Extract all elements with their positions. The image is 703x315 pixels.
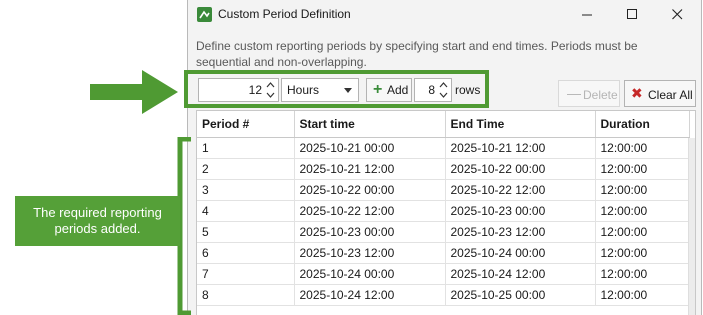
cell-start-time[interactable]: 2025-10-24 00:00 <box>294 263 446 285</box>
close-button[interactable] <box>655 0 699 28</box>
window-title: Custom Period Definition <box>218 7 351 21</box>
x-icon: ✖ <box>631 85 643 101</box>
table-row[interactable]: 5 2025-10-23 00:00 2025-10-23 12:00 12:0… <box>197 221 690 243</box>
cell-period[interactable]: 3 <box>197 179 295 201</box>
table-row[interactable]: 3 2025-10-22 00:00 2025-10-22 12:00 12:0… <box>197 179 690 201</box>
cell-duration[interactable]: 12:00:00 <box>595 137 690 159</box>
table-row[interactable]: 8 2025-10-24 12:00 2025-10-25 00:00 12:0… <box>197 284 690 306</box>
clear-all-label: Clear All <box>648 88 693 102</box>
column-header-end-time[interactable]: End Time <box>445 111 596 138</box>
cell-end-time[interactable]: 2025-10-23 12:00 <box>445 221 596 243</box>
cell-start-time[interactable]: 2025-10-22 00:00 <box>294 179 446 201</box>
cell-period[interactable]: 4 <box>197 200 295 222</box>
title-bar: Custom Period Definition <box>188 0 701 28</box>
description-text: Define custom reporting periods by speci… <box>196 39 638 69</box>
cell-end-time[interactable]: 2025-10-25 00:00 <box>445 284 596 306</box>
column-header-duration[interactable]: Duration <box>595 111 690 138</box>
cell-start-time[interactable]: 2025-10-23 12:00 <box>294 242 446 264</box>
table-row[interactable]: 4 2025-10-22 12:00 2025-10-23 00:00 12:0… <box>197 200 690 222</box>
grid-header-row: Period # Start time End Time Duration <box>197 111 690 138</box>
cell-period[interactable]: 7 <box>197 263 295 285</box>
delete-button[interactable]: — Delete <box>558 80 620 107</box>
cell-duration[interactable]: 12:00:00 <box>595 284 690 306</box>
cell-end-time[interactable]: 2025-10-23 00:00 <box>445 200 596 222</box>
cell-duration[interactable]: 12:00:00 <box>595 158 690 180</box>
cell-start-time[interactable]: 2025-10-21 12:00 <box>294 158 446 180</box>
clear-all-button[interactable]: ✖ Clear All <box>624 80 696 107</box>
cell-start-time[interactable]: 2025-10-22 12:00 <box>294 200 446 222</box>
cell-end-time[interactable]: 2025-10-22 00:00 <box>445 158 596 180</box>
table-row[interactable]: 7 2025-10-24 00:00 2025-10-24 12:00 12:0… <box>197 263 690 285</box>
app-logo-icon <box>197 7 212 22</box>
close-icon <box>671 8 682 19</box>
table-row[interactable]: 2 2025-10-21 12:00 2025-10-22 00:00 12:0… <box>197 158 690 180</box>
maximize-button[interactable] <box>610 0 654 28</box>
cell-start-time[interactable]: 2025-10-23 00:00 <box>294 221 446 243</box>
minimize-icon <box>581 14 592 15</box>
table-row[interactable]: 1 2025-10-21 00:00 2025-10-21 12:00 12:0… <box>197 137 690 159</box>
maximize-icon <box>626 8 637 19</box>
annotation-arrow <box>90 70 178 114</box>
table-row[interactable]: 6 2025-10-23 12:00 2025-10-24 00:00 12:0… <box>197 242 690 264</box>
cell-duration[interactable]: 12:00:00 <box>595 242 690 264</box>
cell-duration[interactable]: 12:00:00 <box>595 200 690 222</box>
dialog-window: Custom Period Definition Define custom r… <box>187 0 702 315</box>
cell-period[interactable]: 5 <box>197 221 295 243</box>
column-header-start-time[interactable]: Start time <box>294 111 446 138</box>
column-header-period[interactable]: Period # <box>197 111 295 138</box>
cell-start-time[interactable]: 2025-10-21 00:00 <box>294 137 446 159</box>
callout-box: The required reporting periods added. <box>15 196 180 246</box>
minus-icon: — <box>567 85 581 101</box>
cell-duration[interactable]: 12:00:00 <box>595 221 690 243</box>
cell-period[interactable]: 8 <box>197 284 295 306</box>
cell-end-time[interactable]: 2025-10-21 12:00 <box>445 137 596 159</box>
vertical-scrollbar[interactable] <box>688 138 695 315</box>
cell-duration[interactable]: 12:00:00 <box>595 263 690 285</box>
cell-end-time[interactable]: 2025-10-24 12:00 <box>445 263 596 285</box>
toolbar-highlight-box <box>184 70 489 108</box>
cell-period[interactable]: 6 <box>197 242 295 264</box>
delete-label: Delete <box>583 88 618 102</box>
minimize-button[interactable] <box>565 0 609 28</box>
cell-period[interactable]: 1 <box>197 137 295 159</box>
cell-end-time[interactable]: 2025-10-24 00:00 <box>445 242 596 264</box>
periods-grid: Period # Start time End Time Duration 1 … <box>196 110 696 315</box>
cell-period[interactable]: 2 <box>197 158 295 180</box>
cell-duration[interactable]: 12:00:00 <box>595 179 690 201</box>
cell-end-time[interactable]: 2025-10-22 12:00 <box>445 179 596 201</box>
cell-start-time[interactable]: 2025-10-24 12:00 <box>294 284 446 306</box>
